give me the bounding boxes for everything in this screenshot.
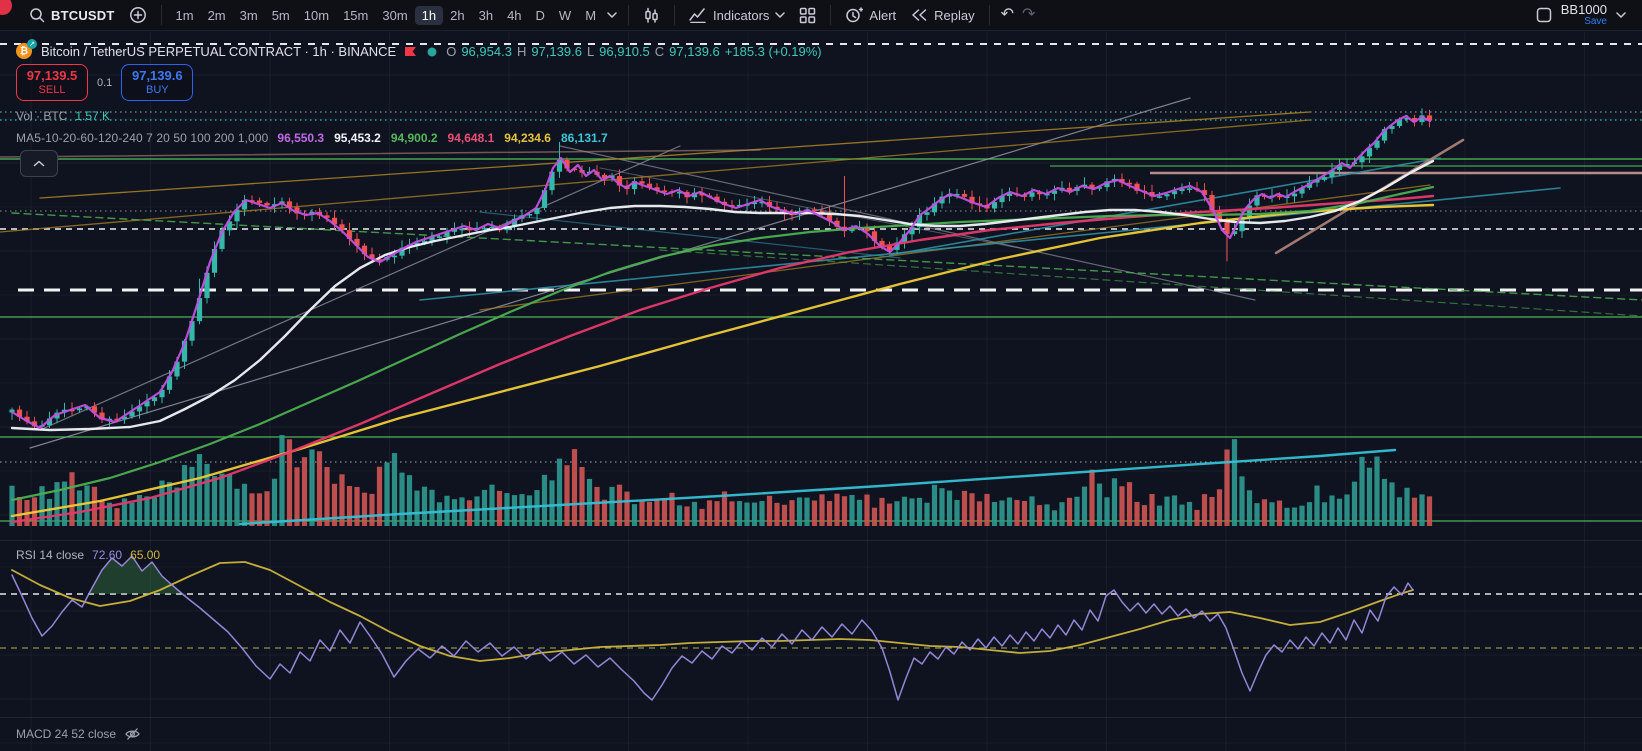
buy-button[interactable]: 97,139.6 BUY — [121, 64, 194, 101]
symbol-legend: ₿ ↗ Bitcoin / TetherUS PERPETUAL CONTRAC… — [16, 39, 822, 60]
timeframe-4h[interactable]: 4h — [500, 6, 528, 25]
ohlc-readout: O 96,954.3 H 97,139.6 L 96,910.5 C 97,139.6 … — [446, 44, 822, 59]
indicators-button[interactable]: Indicators — [682, 3, 792, 27]
ma-value-3: 94,648.1 — [447, 131, 495, 145]
timeframe-3m[interactable]: 3m — [233, 6, 265, 25]
volume-value: 1.57 K — [75, 109, 111, 123]
chevron-down-icon — [775, 12, 786, 18]
order-panel: 97,139.5 SELL 0.1 97,139.6 BUY — [16, 64, 194, 101]
toolbar-divider — [674, 5, 676, 25]
layout-checkbox-icon[interactable] — [1536, 7, 1552, 23]
flag-icon[interactable] — [404, 46, 418, 57]
timeframe-1h[interactable]: 1h — [414, 5, 444, 25]
layout-chevron-icon[interactable] — [1616, 12, 1626, 18]
rsi-value-0: 72.60 — [92, 548, 123, 562]
indicators-label: Indicators — [713, 7, 770, 23]
timeframe-2h[interactable]: 2h — [443, 6, 471, 25]
top-toolbar: BTCUSDT 1m 2m 3m 5m 10m 15m 30m 1h 2h 3h 4h D W M — [0, 0, 1642, 31]
low-value: 96,910.5 — [599, 44, 650, 59]
bitcoin-coin-icon: ₿ ↗ — [16, 39, 37, 60]
layout-grid-button[interactable] — [792, 3, 823, 27]
timeframe-group: 1m 2m 3m 5m 10m 15m 30m 1h 2h 3h 4h D W M — [169, 0, 604, 30]
rsi-value-1: 65.00 — [130, 548, 161, 562]
market-status-dot-icon[interactable] — [426, 46, 438, 58]
open-value: 96,954.3 — [461, 44, 512, 59]
toolbar-divider — [988, 5, 990, 25]
timeframe-30m[interactable]: 30m — [375, 6, 414, 25]
redo-icon: ↷ — [1022, 6, 1036, 23]
ma-value-1: 95,453.2 — [334, 131, 381, 145]
layout-stack: BB1000 Save — [1561, 3, 1607, 27]
chevron-down-icon — [607, 12, 617, 18]
add-symbol-button[interactable] — [122, 3, 154, 27]
ma-value-5: 86,131.7 — [560, 131, 608, 145]
spread-value: 0.1 — [97, 76, 113, 89]
chart-canvas[interactable] — [0, 0, 1642, 751]
undo-icon: ↶ — [1000, 6, 1015, 23]
close-value: 97,139.6 — [669, 44, 720, 59]
tether-badge-icon: ↗ — [27, 39, 37, 49]
indicators-icon — [689, 7, 707, 23]
legend-title[interactable]: Bitcoin / TetherUS PERPETUAL CONTRACT · … — [41, 44, 396, 59]
timeframe-2m[interactable]: 2m — [201, 6, 233, 25]
plus-circle-icon — [129, 6, 147, 24]
timeframe-D[interactable]: D — [529, 6, 552, 25]
redo-button[interactable]: ↷ — [1018, 3, 1039, 27]
timeframe-3h[interactable]: 3h — [472, 6, 500, 25]
symbol-search-button[interactable]: BTCUSDT — [22, 3, 122, 27]
macd-legend[interactable]: MACD 24 52 close — [16, 726, 141, 742]
ma-legend[interactable]: MA5-10-20-60-120-240 7 20 50 100 200 1,0… — [16, 131, 608, 145]
timeframe-10m[interactable]: 10m — [297, 6, 336, 25]
volume-legend[interactable]: Vol · BTC 1.57 K — [16, 109, 110, 123]
rsi-values: 72.60 65.00 — [92, 548, 160, 562]
replay-rewind-icon — [910, 8, 928, 22]
high-value: 97,139.6 — [531, 44, 582, 59]
collapse-pane-button[interactable] — [20, 150, 58, 177]
save-button[interactable]: Save — [1584, 17, 1607, 27]
sell-price: 97,139.5 — [26, 67, 78, 83]
timeframe-W[interactable]: W — [552, 6, 578, 25]
candlestick-icon — [643, 7, 660, 24]
layout-name[interactable]: BB1000 — [1561, 3, 1607, 16]
ma-value-4: 94,234.6 — [504, 131, 551, 145]
timeframe-M[interactable]: M — [578, 6, 603, 25]
timeframe-15m[interactable]: 15m — [336, 6, 375, 25]
change-value: +185.3 (+0.19%) — [724, 44, 822, 59]
toolbar-divider — [830, 5, 832, 25]
symbol-label: BTCUSDT — [51, 7, 115, 23]
chevron-up-icon — [33, 160, 45, 167]
ma-values: 96,550.3 95,453.2 94,900.2 94,648.1 94,234.6… — [277, 131, 607, 145]
chart-type-button[interactable] — [636, 3, 667, 27]
timeframe-expand-chevron[interactable] — [603, 3, 621, 27]
timeframe-1m[interactable]: 1m — [169, 6, 201, 25]
alert-button[interactable]: Alert — [838, 3, 903, 27]
undo-button[interactable]: ↶ — [997, 3, 1018, 27]
ma-value-0: 96,550.3 — [277, 131, 325, 145]
replay-label: Replay — [934, 7, 975, 23]
alert-label: Alert — [869, 7, 897, 23]
alert-clock-icon — [845, 6, 864, 24]
trading-chart-window: BTCUSDT 1m 2m 3m 5m 10m 15m 30m 1h 2h 3h 4h D W M — [0, 0, 1642, 751]
search-icon — [29, 7, 45, 23]
rsi-legend[interactable]: RSI 14 close 72.60 65.00 — [16, 548, 160, 562]
eye-hidden-icon[interactable] — [124, 726, 141, 742]
toolbar-divider — [628, 5, 630, 25]
toolbar-divider — [160, 5, 162, 25]
sell-button[interactable]: 97,139.5 SELL — [16, 64, 88, 101]
ma-value-2: 94,900.2 — [390, 131, 438, 145]
timeframe-5m[interactable]: 5m — [265, 6, 297, 25]
replay-button[interactable]: Replay — [903, 3, 981, 27]
grid-layout-icon — [799, 7, 816, 24]
buy-price: 97,139.6 — [131, 67, 183, 83]
